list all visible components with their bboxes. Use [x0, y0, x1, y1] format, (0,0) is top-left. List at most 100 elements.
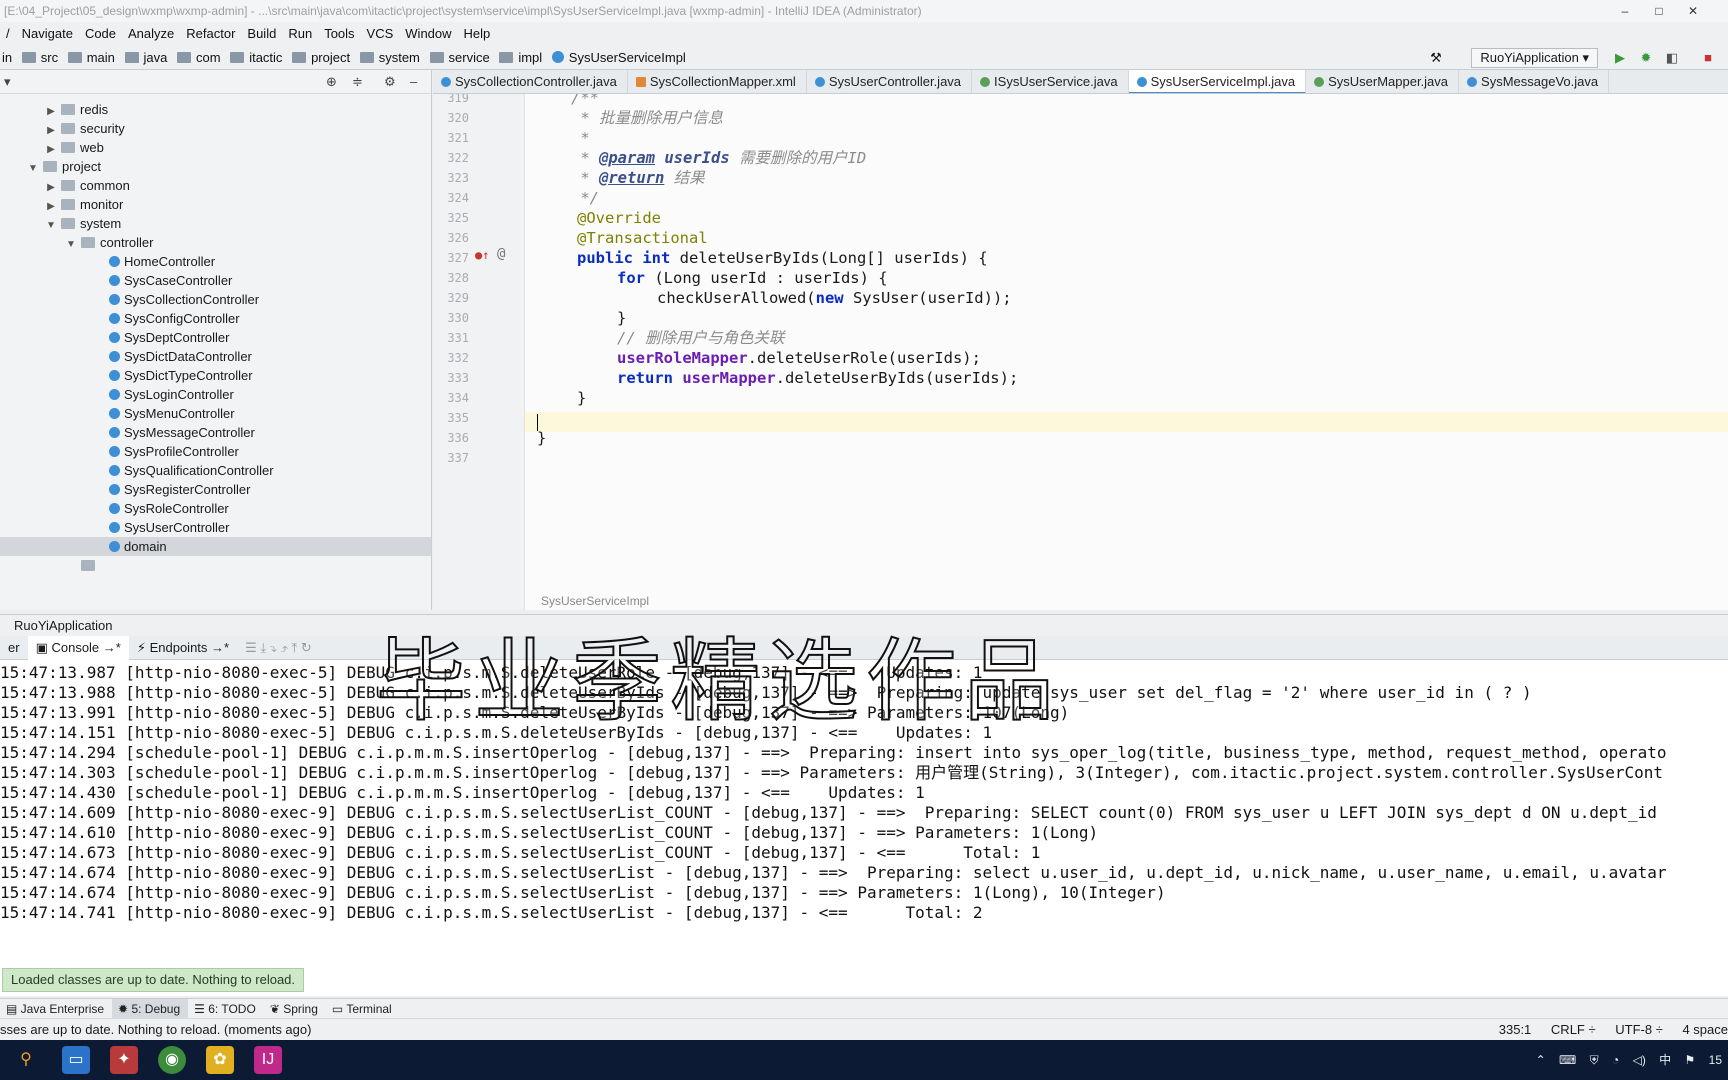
tree-item-web[interactable]: ▶ web: [0, 138, 431, 157]
menu-edge[interactable]: /: [0, 22, 16, 46]
tree-item-controller[interactable]: ▼ controller: [0, 233, 431, 252]
crumb-src[interactable]: src: [20, 46, 62, 70]
gear-icon[interactable]: ⚙: [384, 74, 396, 90]
crumb-class[interactable]: SysUserServiceImpl: [550, 46, 690, 70]
intellij-icon[interactable]: IJ: [254, 1046, 282, 1074]
menu-tools[interactable]: Tools: [318, 22, 360, 46]
search-icon[interactable]: ⚲: [12, 1046, 40, 1074]
toolwindow-java-enterprise[interactable]: ▤ Java Enterprise: [0, 999, 112, 1019]
crumb-java[interactable]: java: [123, 46, 172, 70]
run-icon[interactable]: ▶: [1612, 50, 1628, 66]
caret-position[interactable]: 335:1: [1499, 1022, 1532, 1037]
tree-item-class[interactable]: SysMessageController: [0, 423, 431, 442]
file-encoding[interactable]: UTF-8 ÷: [1615, 1022, 1663, 1037]
tree-item-class[interactable]: SysDeptController: [0, 328, 431, 347]
tab-endpoints[interactable]: ⚡ Endpoints →*: [129, 636, 237, 660]
tray-security-icon[interactable]: ⛨: [1590, 1053, 1599, 1067]
toolwindow-todo[interactable]: ☰ 6: TODO: [188, 999, 264, 1019]
tree-item-class[interactable]: SysProfileController: [0, 442, 431, 461]
notification-balloon[interactable]: Loaded classes are up to date. Nothing t…: [2, 968, 305, 992]
locate-icon[interactable]: ⊕: [326, 74, 337, 90]
app-icon[interactable]: ✦: [110, 1046, 138, 1074]
crumb-module[interactable]: in: [0, 46, 16, 70]
tree-item-class[interactable]: SysCaseController: [0, 271, 431, 290]
indent-setting[interactable]: 4 space: [1682, 1022, 1728, 1037]
tree-item-redis[interactable]: ▶ redis: [0, 100, 431, 119]
code-editor[interactable]: 319 320 321 322 323 324 325 326 327 328 …: [433, 94, 1728, 610]
collapse-arrow-icon[interactable]: ▾: [4, 74, 11, 90]
crumb-impl[interactable]: impl: [497, 46, 546, 70]
tree-item-class[interactable]: SysRegisterController: [0, 480, 431, 499]
tree-item-class[interactable]: SysQualificationController: [0, 461, 431, 480]
crumb-project[interactable]: project: [290, 46, 354, 70]
tray-app-icon[interactable]: ⚑: [1685, 1053, 1696, 1067]
tray-ime[interactable]: 中: [1659, 1053, 1671, 1067]
collapse-all-icon[interactable]: ≑: [352, 74, 363, 90]
debug-icon[interactable]: ✹: [1638, 50, 1654, 66]
menu-build[interactable]: Build: [241, 22, 282, 46]
crumb-main[interactable]: main: [66, 46, 119, 70]
tree-item-project[interactable]: ▼ project: [0, 157, 431, 176]
tree-item-class[interactable]: SysMenuController: [0, 404, 431, 423]
crumb-service[interactable]: service: [428, 46, 494, 70]
tree-item-class[interactable]: SysDictTypeController: [0, 366, 431, 385]
menu-help[interactable]: Help: [458, 22, 497, 46]
run-configuration-select[interactable]: RuoYiApplication ▾: [1471, 48, 1598, 68]
minimize-icon[interactable]: –: [1608, 0, 1642, 22]
crumb-system[interactable]: system: [358, 46, 424, 70]
tree-item-common[interactable]: ▶ common: [0, 176, 431, 195]
file-explorer-icon[interactable]: ▭: [62, 1046, 90, 1074]
tray-clock[interactable]: 15: [1709, 1053, 1722, 1067]
tab-sysmessagevo[interactable]: SysMessageVo.java: [1459, 70, 1610, 93]
chrome-icon[interactable]: ◉: [158, 1046, 186, 1074]
tree-item-class[interactable]: SysDictDataController: [0, 347, 431, 366]
editor-breadcrumb[interactable]: SysUserServiceImpl: [541, 594, 649, 608]
crumb-itactic[interactable]: itactic: [228, 46, 286, 70]
tree-item-security[interactable]: ▶ security: [0, 119, 431, 138]
tray-chevron-icon[interactable]: ⌃: [1536, 1053, 1546, 1067]
menu-code[interactable]: Code: [79, 22, 122, 46]
toolwindow-spring[interactable]: ❦ Spring: [264, 999, 326, 1019]
gutter-annotation-marker[interactable]: @: [497, 246, 505, 262]
crumb-com[interactable]: com: [175, 46, 225, 70]
hide-icon[interactable]: –: [410, 74, 417, 89]
tree-item-class[interactable]: SysLoginController: [0, 385, 431, 404]
tree-item-system[interactable]: ▼ system: [0, 214, 431, 233]
tree-item-class[interactable]: HomeController: [0, 252, 431, 271]
coverage-icon[interactable]: ◧: [1664, 50, 1680, 66]
tray-network-icon[interactable]: ⌨: [1559, 1053, 1576, 1067]
chat-app-icon[interactable]: ✿: [206, 1046, 234, 1074]
tab-debugger[interactable]: er: [0, 636, 28, 660]
menu-run[interactable]: Run: [282, 22, 318, 46]
tab-sysusermapper[interactable]: SysUserMapper.java: [1306, 70, 1460, 93]
tray-wifi-icon[interactable]: ◔: [1612, 1053, 1619, 1067]
tab-console[interactable]: ▣ Console →*: [27, 636, 129, 660]
implementation-marker-icon[interactable]: ●↑: [475, 248, 489, 262]
tree-item-monitor[interactable]: ▶ monitor: [0, 195, 431, 214]
tab-isysuserservice[interactable]: ISysUserService.java: [972, 70, 1129, 93]
tab-sysusercontroller[interactable]: SysUserController.java: [807, 70, 973, 93]
toolwindow-debug[interactable]: ✹ 5: Debug: [112, 999, 189, 1019]
maximize-icon[interactable]: □: [1642, 0, 1676, 22]
menu-analyze[interactable]: Analyze: [122, 22, 180, 46]
tree-item-class[interactable]: SysConfigController: [0, 309, 431, 328]
line-separator[interactable]: CRLF ÷: [1551, 1022, 1596, 1037]
debug-step-icons[interactable]: ☰ ⤓ ⤵ ⤴ ⤒ ↻: [237, 636, 320, 660]
tree-item-class[interactable]: SysCollectionController: [0, 290, 431, 309]
toolwindow-terminal[interactable]: ▭ Terminal: [326, 999, 400, 1019]
stop-icon[interactable]: ■: [1700, 50, 1716, 66]
menu-refactor[interactable]: Refactor: [180, 22, 241, 46]
menu-vcs[interactable]: VCS: [361, 22, 400, 46]
tray-volume-icon[interactable]: ◁): [1633, 1053, 1646, 1067]
menu-navigate[interactable]: Navigate: [16, 22, 79, 46]
tree-item-domain[interactable]: [0, 556, 431, 575]
tab-syscollectioncontroller[interactable]: SysCollectionController.java: [433, 70, 628, 93]
menu-window[interactable]: Window: [399, 22, 457, 46]
tree-item-class[interactable]: SysRoleController: [0, 499, 431, 518]
hammer-icon[interactable]: ⚒: [1428, 50, 1444, 66]
tree-item-class[interactable]: SysUserController: [0, 518, 431, 537]
close-icon[interactable]: ✕: [1676, 0, 1710, 22]
tab-sysuserserviceimpl[interactable]: SysUserServiceImpl.java: [1128, 70, 1307, 93]
tab-syscollectionmapper-xml[interactable]: SysCollectionMapper.xml: [628, 70, 807, 93]
run-config-title[interactable]: RuoYiApplication: [14, 618, 113, 633]
